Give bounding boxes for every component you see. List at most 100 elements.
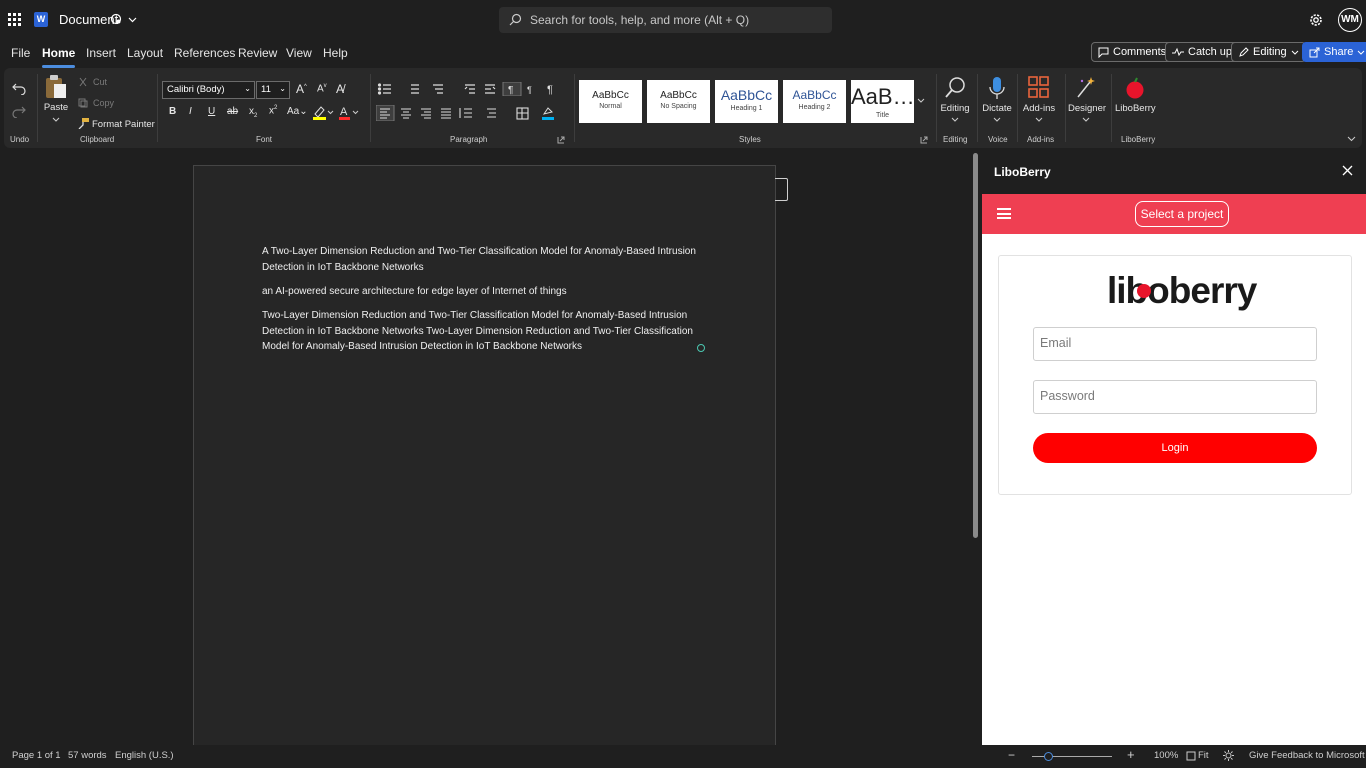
focus-icon[interactable] <box>1223 750 1234 761</box>
editing-mode-button[interactable]: Editing <box>1231 42 1306 62</box>
app-launcher-icon[interactable] <box>8 13 22 27</box>
copy-label[interactable]: Copy <box>93 98 114 108</box>
word-icon: W <box>34 12 48 27</box>
password-field[interactable]: Password <box>1033 380 1317 414</box>
svg-text:¶: ¶ <box>547 84 553 96</box>
redo-icon[interactable] <box>12 104 26 118</box>
editing-button[interactable]: Editing <box>939 76 971 123</box>
zoom-in-icon[interactable]: + <box>1127 747 1135 762</box>
settings-gear-icon[interactable] <box>1308 12 1324 28</box>
cut-label[interactable]: Cut <box>93 77 107 87</box>
copy-icon[interactable] <box>78 98 88 108</box>
subscript-icon[interactable]: x2 <box>249 106 257 119</box>
change-case-icon[interactable]: Aa⌄ <box>287 106 308 117</box>
chevron-down-icon <box>951 117 959 122</box>
search-icon <box>509 13 522 26</box>
paragraph-tools-icon[interactable]: ¶ ¶ ¶ <box>377 82 562 96</box>
paste-label: Paste <box>43 102 69 113</box>
tab-home[interactable]: Home <box>42 46 76 68</box>
paragraph[interactable]: A Two-Layer Dimension Reduction and Two-… <box>262 244 712 275</box>
paragraph[interactable]: Two-Layer Dimension Reduction and Two-Ti… <box>262 308 710 355</box>
clipboard-group-label: Clipboard <box>80 135 115 144</box>
grow-font-icon[interactable]: A^ <box>296 82 307 96</box>
login-button[interactable]: Login <box>1033 433 1317 463</box>
logo-berry-icon <box>1137 284 1151 298</box>
paste-button[interactable]: Paste <box>43 74 69 123</box>
designer-button[interactable]: Designer <box>1068 76 1106 123</box>
superscript-icon[interactable]: x2 <box>269 105 277 116</box>
divider <box>37 74 38 142</box>
svg-text:¶: ¶ <box>527 85 532 95</box>
tab-view[interactable]: View <box>286 46 312 60</box>
word-count[interactable]: 57 words <box>68 750 107 761</box>
liboberry-label: LiboBerry <box>1115 103 1156 114</box>
format-painter-icon[interactable] <box>78 118 89 129</box>
document-canvas[interactable]: A Two-Layer Dimension Reduction and Two-… <box>0 150 982 745</box>
user-avatar[interactable]: WM <box>1338 8 1362 32</box>
email-field[interactable]: Email <box>1033 327 1317 361</box>
select-project-button[interactable]: Select a project <box>1135 201 1229 227</box>
dialog-launcher-icon[interactable] <box>920 136 928 144</box>
tab-layout[interactable]: Layout <box>127 46 163 60</box>
editing-label: Editing <box>940 103 970 114</box>
add-ins-label: Add-ins <box>1022 103 1056 114</box>
font-color-icon[interactable]: A <box>338 105 360 121</box>
language-indicator[interactable]: English (U.S.) <box>115 750 174 761</box>
zoom-level[interactable]: 100% <box>1154 750 1178 761</box>
chevron-down-icon[interactable] <box>128 15 137 24</box>
tab-references[interactable]: References <box>174 46 235 60</box>
chevron-down-icon <box>1035 117 1043 122</box>
strikethrough-icon[interactable]: ab <box>227 106 238 117</box>
collapse-ribbon-icon[interactable] <box>1347 134 1356 143</box>
dialog-launcher-icon[interactable] <box>557 136 565 144</box>
zoom-slider-thumb[interactable] <box>1043 752 1053 761</box>
format-painter-label[interactable]: Format Painter <box>92 119 155 130</box>
alignment-tools-icon[interactable] <box>376 105 566 121</box>
autosave-icon[interactable] <box>110 13 122 25</box>
liboberry-group-label: LiboBerry <box>1121 135 1156 144</box>
catch-up-button[interactable]: Catch up <box>1165 42 1240 62</box>
close-icon[interactable] <box>1342 165 1353 176</box>
italic-icon[interactable]: I <box>189 106 192 117</box>
style-title[interactable]: AaB… Title <box>851 80 915 123</box>
dictate-button[interactable]: Dictate <box>981 76 1013 123</box>
vertical-scrollbar[interactable] <box>973 153 978 538</box>
underline-icon[interactable]: U <box>208 106 215 117</box>
menu-bar: File Home Insert Layout References Revie… <box>0 40 1366 68</box>
undo-icon[interactable] <box>12 81 26 95</box>
cut-icon[interactable] <box>78 77 88 87</box>
style-heading-2[interactable]: AaBbCc Heading 2 <box>783 80 846 123</box>
tab-review[interactable]: Review <box>238 46 277 60</box>
add-ins-button[interactable]: Add-ins <box>1021 76 1057 123</box>
styles-more-icon[interactable] <box>917 96 925 104</box>
style-no-spacing[interactable]: AaBbCc No Spacing <box>647 80 710 123</box>
pane-toolbar: Select a project <box>982 194 1366 234</box>
bold-icon[interactable]: B <box>169 106 176 117</box>
chevron-down-icon <box>1291 50 1298 55</box>
search-box[interactable]: Search for tools, help, and more (Alt + … <box>499 7 832 33</box>
comment-margin-marker[interactable] <box>775 178 788 201</box>
liboberry-button[interactable]: LiboBerry <box>1115 76 1156 114</box>
zoom-out-icon[interactable]: − <box>1008 748 1015 762</box>
style-heading-1[interactable]: AaBbCc Heading 1 <box>715 80 778 123</box>
hamburger-menu-icon[interactable] <box>997 208 1011 219</box>
document-page[interactable]: A Two-Layer Dimension Reduction and Two-… <box>193 165 776 745</box>
share-button[interactable]: Share <box>1302 42 1366 62</box>
style-normal[interactable]: AaBbCc Normal <box>579 80 642 123</box>
tab-insert[interactable]: Insert <box>86 46 116 60</box>
font-size-select[interactable]: 11 ⌄ <box>256 81 290 99</box>
tab-file[interactable]: File <box>11 46 30 60</box>
dictate-label: Dictate <box>982 103 1012 114</box>
shrink-font-icon[interactable]: Av <box>317 83 327 94</box>
paragraph[interactable]: an AI-powered secure architecture for ed… <box>262 284 712 300</box>
tab-help[interactable]: Help <box>323 46 348 60</box>
share-label: Share <box>1324 46 1354 58</box>
feedback-link[interactable]: Give Feedback to Microsoft <box>1249 750 1365 761</box>
font-family-select[interactable]: Calibri (Body) ⌄ <box>162 81 255 99</box>
chevron-down-icon <box>52 117 60 122</box>
page-count[interactable]: Page 1 of 1 <box>12 750 61 761</box>
highlighter-icon[interactable] <box>312 105 334 121</box>
fit-button[interactable]: Fit <box>1198 750 1209 761</box>
comments-button[interactable]: Comments <box>1091 42 1174 62</box>
clear-formatting-icon[interactable]: A̸ <box>336 82 344 96</box>
